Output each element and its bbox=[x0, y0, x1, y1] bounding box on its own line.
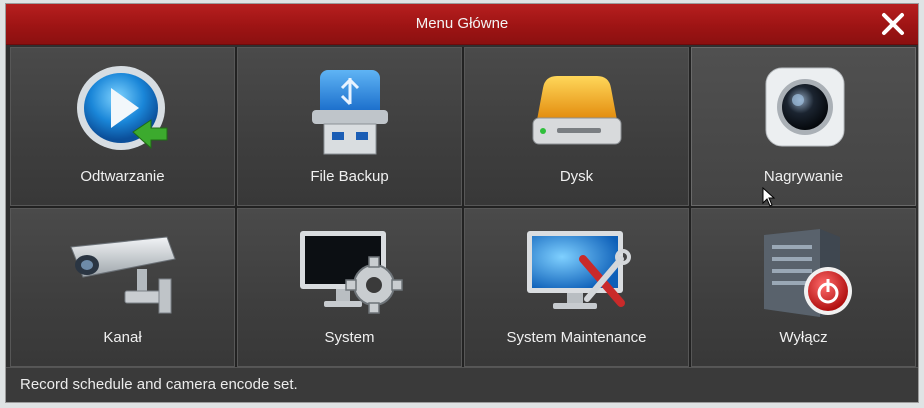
tile-label: File Backup bbox=[310, 168, 389, 185]
playback-icon bbox=[76, 66, 167, 150]
cctv-camera-icon bbox=[69, 236, 176, 314]
tile-label: Wyłącz bbox=[779, 329, 828, 346]
status-bar: Record schedule and camera encode set. bbox=[6, 367, 918, 402]
menu-tile-shutdown[interactable]: Wyłącz bbox=[691, 208, 916, 367]
window-title: Menu Główne bbox=[415, 15, 509, 32]
monitor-tools-icon bbox=[526, 231, 631, 309]
menu-tile-playback[interactable]: Odtwarzanie bbox=[10, 47, 235, 206]
menu-grid: Odtwarzanie File Backup Dysk Nagrywanie … bbox=[10, 47, 916, 367]
close-icon[interactable] bbox=[878, 9, 908, 39]
menu-tile-system-maintenance[interactable]: System Maintenance bbox=[464, 208, 689, 367]
menu-tile-channel[interactable]: Kanał bbox=[10, 208, 235, 367]
menu-tile-system[interactable]: System bbox=[237, 208, 462, 367]
tile-label: Nagrywanie bbox=[763, 168, 844, 185]
camera-lens-icon bbox=[765, 67, 844, 147]
menu-tile-recording[interactable]: Nagrywanie bbox=[691, 47, 916, 206]
main-menu-window: Menu Główne Odtwarzanie File Backup Dysk… bbox=[5, 3, 919, 403]
server-power-icon bbox=[763, 229, 852, 317]
tile-label: Odtwarzanie bbox=[80, 168, 165, 185]
menu-tile-disk[interactable]: Dysk bbox=[464, 47, 689, 206]
monitor-gear-icon bbox=[299, 231, 403, 314]
usb-drive-icon bbox=[311, 70, 388, 155]
mouse-pointer-icon bbox=[762, 187, 776, 207]
tile-label: Kanał bbox=[103, 329, 142, 346]
tile-label: System bbox=[324, 329, 375, 346]
status-text: Record schedule and camera encode set. bbox=[20, 376, 298, 393]
title-bar: Menu Główne bbox=[6, 4, 918, 45]
menu-tile-file-backup[interactable]: File Backup bbox=[237, 47, 462, 206]
tile-label: Dysk bbox=[559, 168, 594, 185]
tile-label: System Maintenance bbox=[506, 329, 647, 346]
hard-disk-icon bbox=[532, 76, 621, 145]
